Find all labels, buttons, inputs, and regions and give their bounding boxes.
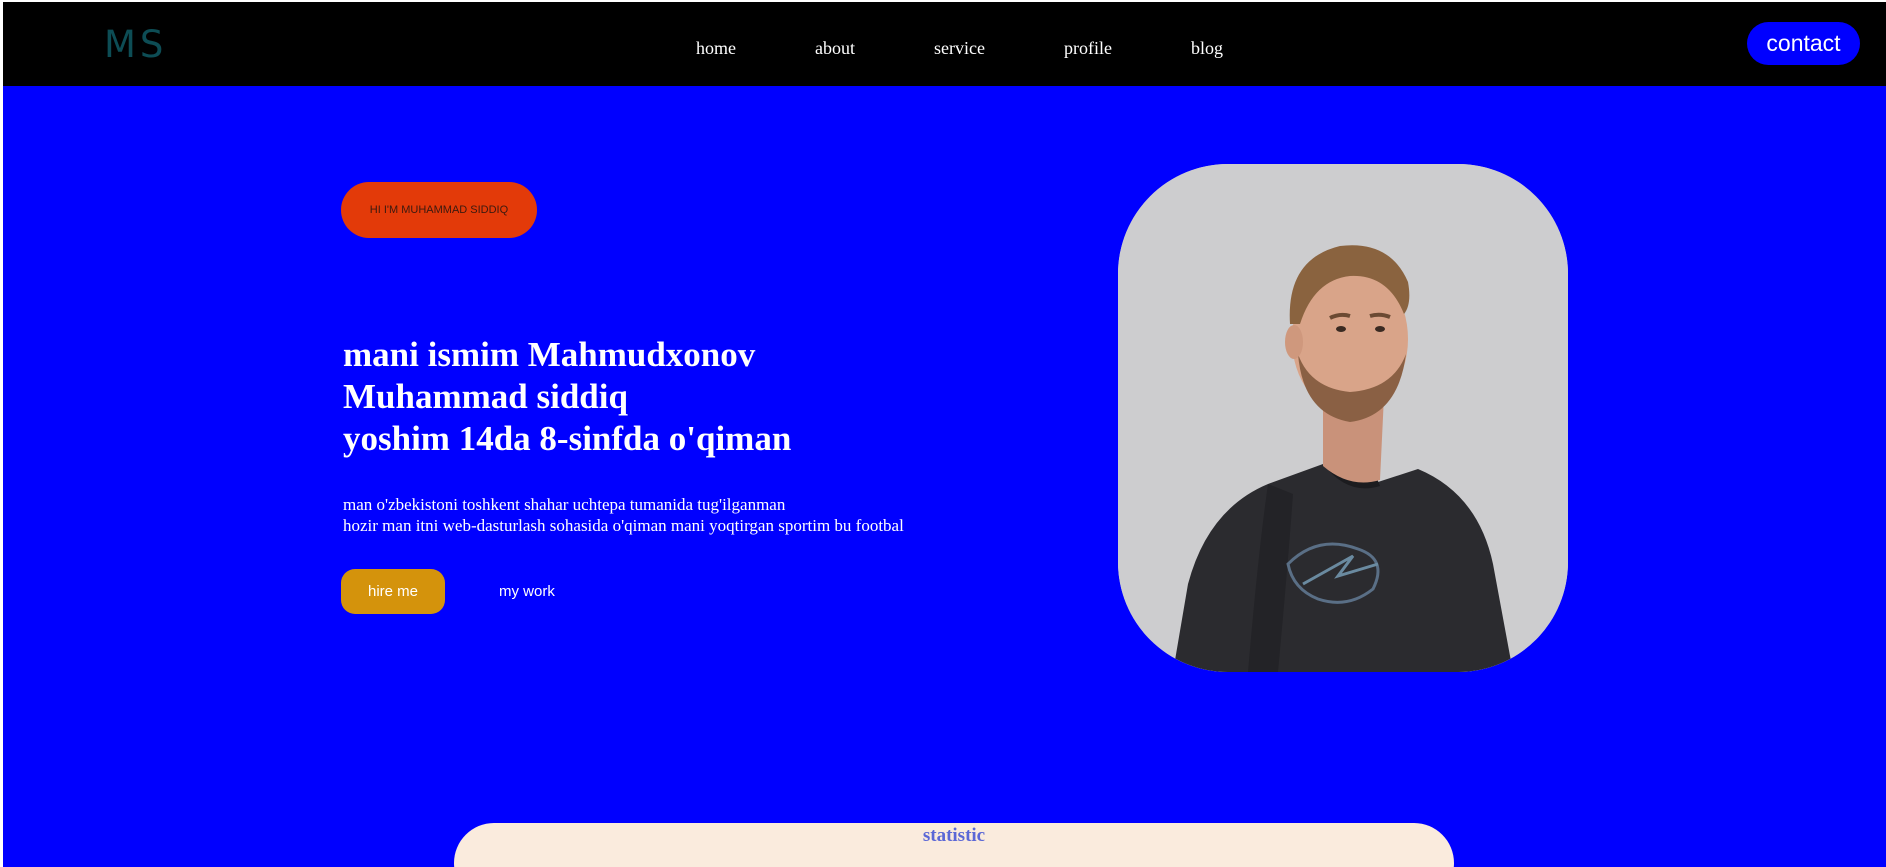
page: MS home about service profile blog conta… <box>0 0 1886 867</box>
nav-link-service[interactable]: service <box>934 38 985 59</box>
nav-link-about[interactable]: about <box>815 38 855 59</box>
hero-description: man o'zbekistoni toshkent shahar uchtepa… <box>343 494 904 536</box>
statistic-title: statistic <box>922 825 986 846</box>
description-line: hozir man itni web-dasturlash sohasida o… <box>343 516 904 535</box>
contact-button[interactable]: contact <box>1747 22 1860 65</box>
hire-me-button[interactable]: hire me <box>341 569 445 614</box>
headline-line: mani ismim Mahmudxonov <box>343 335 756 374</box>
description-line: man o'zbekistoni toshkent shahar uchtepa… <box>343 495 786 514</box>
nav-link-home[interactable]: home <box>696 38 736 59</box>
nav-link-blog[interactable]: blog <box>1191 38 1223 59</box>
nav-link-profile[interactable]: profile <box>1064 38 1112 59</box>
navbar: MS home about service profile blog conta… <box>3 2 1886 86</box>
headline-line: yoshim 14da 8-sinfda o'qiman <box>343 419 792 458</box>
portrait-image <box>1118 164 1568 672</box>
intro-badge: HI I'M MUHAMMAD SIDDIQ <box>341 182 537 238</box>
headline-line: Muhammad siddiq <box>343 377 628 416</box>
hero-headline: mani ismim Mahmudxonov Muhammad siddiq y… <box>343 334 791 460</box>
portrait-illustration <box>1118 164 1568 672</box>
statistic-card: statistic <box>454 823 1454 867</box>
my-work-link[interactable]: my work <box>499 583 555 600</box>
logo[interactable]: MS <box>104 26 167 63</box>
